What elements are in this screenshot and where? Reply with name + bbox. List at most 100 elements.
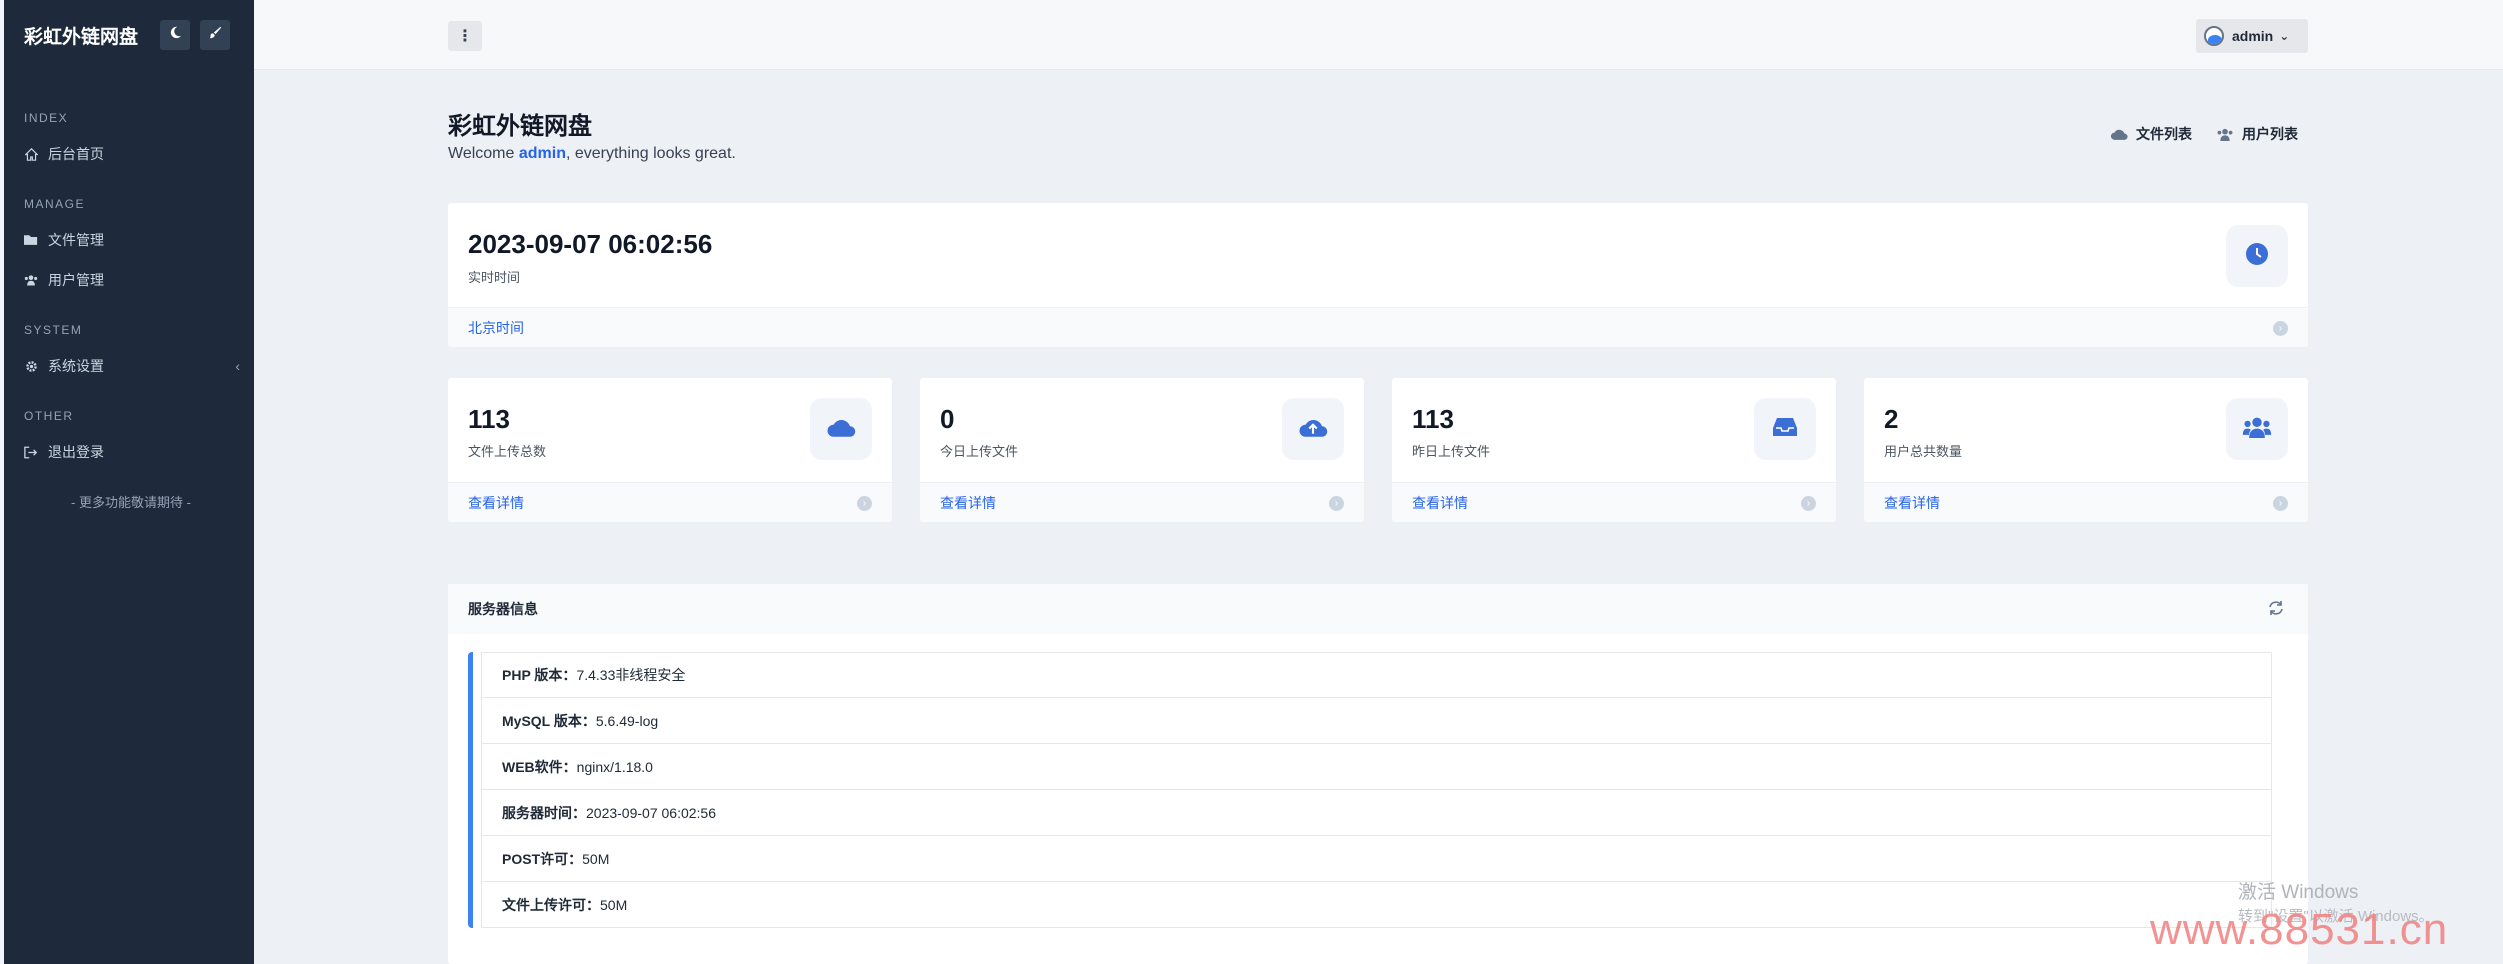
list-item: 服务器时间： 2023-09-07 06:02:56 — [481, 790, 2272, 836]
cloud-icon — [2110, 128, 2128, 140]
welcome-suffix: , everything looks great. — [565, 145, 736, 162]
more-features-note: - 更多功能敬请期待 - — [71, 495, 191, 510]
stat-label: 用户总共数量 — [1884, 444, 1963, 459]
stat-card-yesterday-uploads: 113 昨日上传文件 查看详情 › — [1392, 378, 1836, 522]
view-details-link[interactable]: 查看详情 › — [920, 482, 1364, 522]
clock-icon-box — [2226, 225, 2288, 287]
info-value: 5.6.49-log — [595, 712, 659, 729]
view-details-label: 查看详情 — [1412, 494, 1468, 511]
stat-icon-box — [1282, 398, 1344, 460]
section-system: SYSTEM — [24, 323, 83, 337]
sidebar-item-users[interactable]: 用户管理 — [24, 266, 246, 294]
welcome-user-link[interactable]: admin — [519, 145, 566, 162]
brush-icon — [209, 26, 222, 44]
users-icon — [2216, 128, 2234, 141]
user-menu-button[interactable]: admin ⌄ — [2196, 19, 2308, 53]
view-details-label: 查看详情 — [468, 494, 524, 511]
info-key: 服务器时间： — [502, 804, 586, 821]
main-content: ⋮ admin ⌄ 彩虹外链网盘 Welcome admin, everythi… — [254, 0, 2503, 964]
info-key: PHP 版本： — [502, 667, 577, 683]
info-value: 50M — [600, 896, 628, 913]
stat-card-total-users: 2 用户总共数量 查看详情 › — [1864, 378, 2308, 522]
cloud-upload-icon — [1298, 417, 1328, 442]
section-manage: MANAGE — [24, 197, 86, 211]
info-key: 文件上传许可： — [502, 896, 600, 913]
stat-icon-box — [810, 398, 872, 460]
user-name: admin — [2232, 28, 2274, 44]
arrow-right-icon: › — [2273, 321, 2288, 336]
sidebar: 彩虹外链网盘 INDEX 后台首页 MANAGE 文件管理 用户管理 SYSTE… — [0, 0, 254, 964]
beijing-time-link[interactable]: 北京时间 › — [448, 307, 2308, 347]
stat-label: 文件上传总数 — [468, 444, 547, 459]
stat-label: 今日上传文件 — [940, 444, 1019, 459]
user-list-label: 用户列表 — [2242, 126, 2298, 142]
brand-title[interactable]: 彩虹外链网盘 — [24, 22, 138, 49]
view-details-link[interactable]: 查看详情 › — [1864, 482, 2308, 522]
sidebar-item-files[interactable]: 文件管理 — [24, 226, 246, 254]
welcome-prefix: Welcome — [448, 145, 519, 162]
stat-icon-box — [1754, 398, 1816, 460]
sidebar-item-home[interactable]: 后台首页 — [24, 140, 246, 168]
cloud-icon — [826, 417, 856, 442]
info-value: nginx/1.18.0 — [576, 758, 653, 775]
info-key: WEB软件： — [502, 758, 577, 775]
section-index: INDEX — [24, 111, 69, 125]
info-value: 2023-09-07 06:02:56 — [586, 804, 716, 821]
sidebar-item-logout[interactable]: 退出登录 — [24, 438, 246, 466]
page-title: 彩虹外链网盘 — [448, 113, 592, 140]
beijing-time-label: 北京时间 — [468, 319, 524, 336]
file-list-link[interactable]: 文件列表 — [2110, 124, 2192, 144]
user-list-link[interactable]: 用户列表 — [2216, 124, 2298, 144]
info-value: 50M — [582, 850, 610, 867]
folder-icon — [24, 233, 38, 247]
arrow-right-icon: › — [1801, 496, 1816, 511]
stat-label: 昨日上传文件 — [1412, 444, 1491, 459]
realtime-card: 2023-09-07 06:02:56 实时时间 北京时间 › — [448, 203, 2308, 347]
section-other: OTHER — [24, 409, 74, 423]
stat-value: 113 — [1412, 404, 1454, 434]
info-key: MySQL 版本： — [502, 712, 596, 729]
home-icon — [24, 147, 38, 161]
refresh-icon[interactable] — [2268, 600, 2284, 619]
theme-button[interactable] — [200, 20, 230, 50]
top-bar: ⋮ admin ⌄ — [254, 0, 2503, 70]
menu-toggle-button[interactable]: ⋮ — [448, 21, 482, 51]
view-details-label: 查看详情 — [1884, 494, 1940, 511]
stat-value: 0 — [940, 404, 955, 434]
sidebar-item-label: 系统设置 — [48, 358, 104, 374]
inbox-icon — [1773, 416, 1797, 443]
sidebar-item-label: 后台首页 — [48, 146, 104, 162]
chevron-left-icon: ‹ — [235, 358, 240, 374]
dark-mode-button[interactable] — [160, 20, 190, 50]
file-list-label: 文件列表 — [2136, 126, 2192, 142]
moon-icon — [169, 26, 182, 44]
server-info-panel: 服务器信息 PHP 版本： 7.4.33非线程安全 MySQL 版本： 5.6.49… — [448, 584, 2308, 964]
users-icon — [2242, 416, 2272, 443]
clock-icon — [2245, 242, 2269, 271]
view-details-link[interactable]: 查看详情 › — [1392, 482, 1836, 522]
activate-windows-watermark: 激活 Windows — [2238, 882, 2359, 903]
server-info-header: 服务器信息 — [448, 584, 2308, 634]
stat-icon-box — [2226, 398, 2288, 460]
view-details-label: 查看详情 — [940, 494, 996, 511]
arrow-right-icon: › — [2273, 496, 2288, 511]
sidebar-item-label: 文件管理 — [48, 232, 104, 248]
view-details-link[interactable]: 查看详情 › — [448, 482, 892, 522]
stat-card-total-files: 113 文件上传总数 查看详情 › — [448, 378, 892, 522]
list-item: MySQL 版本： 5.6.49-log — [481, 698, 2272, 744]
realtime-value: 2023-09-07 06:02:56 — [468, 229, 713, 259]
stat-card-today-uploads: 0 今日上传文件 查看详情 › — [920, 378, 1364, 522]
stat-value: 2 — [1884, 404, 1899, 434]
sidebar-item-settings[interactable]: 系统设置 ‹ — [24, 352, 246, 380]
avatar — [2204, 26, 2224, 46]
logout-icon — [24, 445, 38, 459]
stat-value: 113 — [468, 404, 510, 434]
info-key: POST许可： — [502, 850, 583, 867]
users-icon — [24, 273, 38, 287]
server-info-list: PHP 版本： 7.4.33非线程安全 MySQL 版本： 5.6.49-log W… — [468, 652, 2272, 928]
gear-icon — [24, 359, 38, 373]
arrow-right-icon: › — [1329, 496, 1344, 511]
info-value: 7.4.33非线程安全 — [576, 667, 686, 683]
sidebar-item-label: 用户管理 — [48, 272, 104, 288]
site-watermark: www.88531.cn — [2150, 905, 2449, 954]
